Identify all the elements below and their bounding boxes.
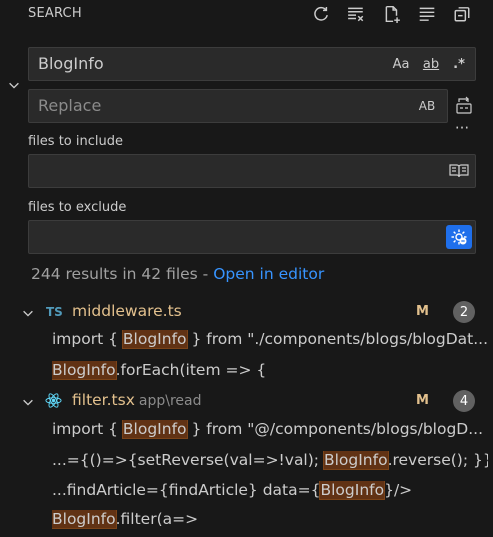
toggle-replace-chevron-icon[interactable] (5, 76, 23, 94)
replace-all-icon[interactable] (454, 95, 474, 115)
files-include-input[interactable] (28, 154, 476, 188)
more-options-ellipsis-icon[interactable]: ··· (452, 121, 472, 138)
open-in-editor-link[interactable]: Open in editor (213, 265, 324, 283)
replace-placeholder: Replace (38, 96, 102, 115)
git-modified-badge: M (416, 393, 429, 408)
use-regex-button[interactable]: .* (450, 54, 468, 74)
replace-input[interactable]: Replace AB (28, 89, 448, 123)
match-context: ...={()=>{setReverse(val=>!val); (52, 451, 324, 469)
typescript-file-icon: TS (46, 305, 63, 319)
result-filename: middleware.ts (72, 302, 186, 320)
search-input-value: BlogInfo (38, 54, 104, 73)
match-highlight: BlogInfo (121, 420, 188, 439)
match-context: } from "@/components/blogs/blogD... (186, 420, 484, 438)
files-exclude-label: files to exclude (28, 200, 127, 215)
match-case-button[interactable]: Aa (391, 54, 411, 74)
match-context: import { (52, 330, 123, 348)
result-filename: filter.tsx app\read (72, 391, 202, 409)
result-file-row[interactable]: filter.tsx app\read M 4 (0, 388, 493, 416)
match-context: }/> (384, 481, 413, 499)
react-icon (45, 392, 62, 412)
use-exclude-settings-gear-icon[interactable] (446, 225, 472, 249)
match-line[interactable]: BlogInfo.filter(a=> (52, 510, 488, 536)
match-highlight: BlogInfo (121, 330, 188, 349)
result-file-row[interactable]: TS middleware.ts M 2 (0, 299, 493, 327)
match-context: .filter(a=> (115, 510, 199, 528)
match-highlight: BlogInfo (52, 361, 117, 380)
match-highlight: BlogInfo (319, 481, 386, 500)
chevron-down-icon[interactable] (19, 393, 37, 411)
match-context: .forEach(item => { (115, 361, 267, 379)
results-count-text: 244 results in 42 files - (31, 265, 214, 283)
match-context: } from "./components/blogs/blogDat... (186, 330, 488, 348)
match-highlight: BlogInfo (52, 510, 117, 529)
match-highlight: BlogInfo (322, 451, 389, 470)
match-line[interactable]: BlogInfo.forEach(item => { (52, 361, 488, 387)
new-file-icon[interactable] (381, 3, 403, 25)
match-line[interactable]: ...={()=>{setReverse(val=>!val); BlogInf… (52, 451, 488, 477)
list-tree-icon[interactable] (416, 3, 438, 25)
clear-all-icon[interactable] (345, 3, 367, 25)
chevron-down-icon[interactable] (19, 304, 37, 322)
match-context: import { (52, 420, 123, 438)
file-directory: app\read (138, 393, 202, 409)
files-exclude-input[interactable] (28, 220, 476, 254)
match-line[interactable]: ...findArticle={findArticle} data={BlogI… (52, 481, 488, 507)
open-editors-book-icon[interactable] (448, 161, 470, 181)
preserve-case-button[interactable]: AB (415, 96, 439, 116)
match-line[interactable]: import { BlogInfo } from "@/components/b… (52, 420, 488, 446)
files-include-label: files to include (28, 134, 123, 149)
match-context: .reverse(); }}/> (387, 451, 488, 469)
match-count-badge: 2 (453, 301, 475, 323)
match-count-badge: 4 (453, 390, 475, 412)
match-context: ...findArticle={findArticle} data={ (52, 481, 321, 499)
results-summary: 244 results in 42 files - Open in editor (31, 265, 324, 283)
panel-title: SEARCH (28, 6, 82, 21)
search-input[interactable]: BlogInfo Aa ab .* (28, 47, 476, 81)
refresh-icon[interactable] (310, 3, 332, 25)
git-modified-badge: M (416, 304, 429, 319)
match-whole-word-button[interactable]: ab (418, 54, 444, 74)
match-line[interactable]: import { BlogInfo } from "./components/b… (52, 330, 488, 356)
collapse-all-icon[interactable] (451, 3, 473, 25)
filename-text: filter.tsx (72, 391, 135, 409)
filename-text: middleware.ts (72, 302, 182, 320)
